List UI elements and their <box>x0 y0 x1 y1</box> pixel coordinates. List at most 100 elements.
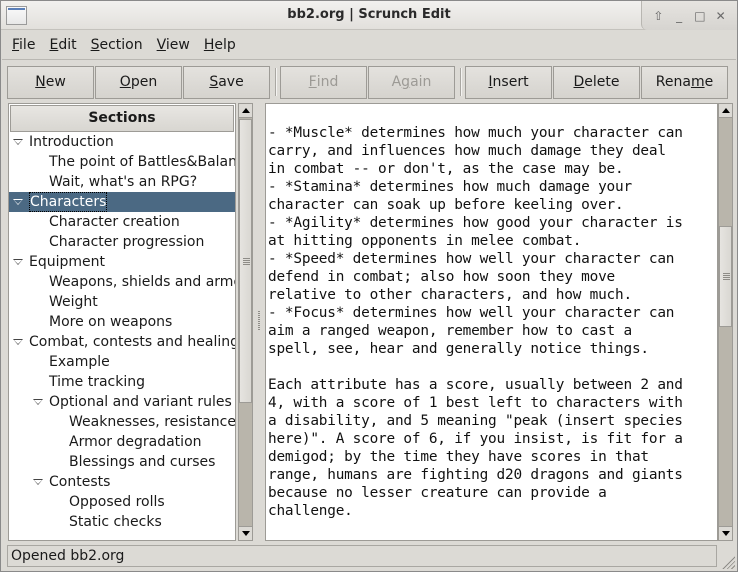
again-button[interactable]: Ag ain <box>368 65 455 99</box>
sections-tree: Introduction The point of Battles&Balance… <box>9 132 235 532</box>
tree-item[interactable]: Example <box>9 352 235 372</box>
tree-item-label: Static checks <box>69 514 162 530</box>
tree-item-label: Characters <box>29 192 108 212</box>
find-button[interactable]: Find <box>280 65 367 99</box>
editor-content[interactable]: - *Muscle* determines how much your char… <box>268 106 717 520</box>
again-label-pre: A <box>391 74 402 90</box>
tree-item[interactable]: Static checks <box>9 512 235 532</box>
expander-triangle-icon[interactable] <box>13 199 23 205</box>
menu-section[interactable]: Section <box>84 37 150 53</box>
tree-item[interactable]: Time tracking <box>9 372 235 392</box>
again-label: ain <box>410 74 432 90</box>
tree-item[interactable]: Opposed rolls <box>9 492 235 512</box>
tree-item[interactable]: Blessings and curses <box>9 452 235 472</box>
tree-item[interactable]: Weaknesses, resistances <box>9 412 235 432</box>
menu-section-label: ection <box>99 37 143 53</box>
rename-button[interactable]: Rena m e <box>641 65 728 99</box>
editor-scrollbar[interactable] <box>718 103 733 541</box>
rename-label-pre: Rena <box>655 74 691 90</box>
scroll-down-button[interactable] <box>239 526 252 540</box>
find-label: ind <box>316 74 339 90</box>
expander-triangle-icon[interactable] <box>13 339 23 345</box>
delete-label: elete <box>584 74 620 90</box>
save-button[interactable]: Save <box>183 65 270 99</box>
tree-item[interactable]: Character progression <box>9 232 235 252</box>
tree-item[interactable]: Armor degradation <box>9 432 235 452</box>
tree-item[interactable]: Characters <box>9 192 235 212</box>
shade-icon[interactable]: ⇧ <box>650 8 666 24</box>
pane-splitter[interactable] <box>255 103 263 541</box>
menu-view-label: iew <box>165 37 190 53</box>
toolbar: New Open Save Find Ag ain Insert Delete R… <box>7 65 733 99</box>
app-window: bb2.org | Scrunch Edit ⇧ _ □ ✕ File Edit… <box>0 0 738 572</box>
tree-item-label: Combat, contests and healing <box>29 334 235 350</box>
tree-item[interactable]: More on weapons <box>9 312 235 332</box>
minimize-icon[interactable]: _ <box>671 8 687 24</box>
scrollbar-thumb[interactable] <box>239 119 252 404</box>
new-button[interactable]: New <box>7 65 94 99</box>
save-mnemonic: S <box>209 74 219 90</box>
scroll-up-button[interactable] <box>719 104 732 118</box>
menu-edit[interactable]: Edit <box>42 37 83 53</box>
arrow-up-icon <box>241 108 250 113</box>
menu-edit-mnemonic: E <box>49 37 59 53</box>
tree-item[interactable]: Weapons, shields and armor <box>9 272 235 292</box>
close-icon[interactable]: ✕ <box>713 8 729 24</box>
menu-edit-label: dit <box>58 37 77 53</box>
save-label: ave <box>218 74 244 90</box>
expander-triangle-icon[interactable] <box>33 479 43 485</box>
tree-item[interactable]: Contests <box>9 472 235 492</box>
window-title: bb2.org | Scrunch Edit <box>287 7 451 22</box>
tree-item-label: Time tracking <box>49 374 145 390</box>
tree-item-label: Armor degradation <box>69 434 202 450</box>
maximize-icon[interactable]: □ <box>692 8 708 24</box>
tree-item-label: More on weapons <box>49 314 173 330</box>
tree-item-label: Blessings and curses <box>69 454 216 470</box>
find-mnemonic: F <box>308 74 317 90</box>
tree-item[interactable]: Wait, what's an RPG? <box>9 172 235 192</box>
window-controls: ⇧ _ □ ✕ <box>641 1 737 30</box>
tree-item[interactable]: Character creation <box>9 212 235 232</box>
section-text-editor[interactable]: - *Muscle* determines how much your char… <box>265 103 718 541</box>
scrollbar-thumb[interactable] <box>719 225 732 328</box>
sections-column-header[interactable]: Sections <box>10 105 234 132</box>
expander-triangle-icon[interactable] <box>13 139 23 145</box>
grip-icon <box>723 273 730 281</box>
menu-view[interactable]: View <box>150 37 197 53</box>
tree-item[interactable]: Combat, contests and healing <box>9 332 235 352</box>
insert-button[interactable]: Insert <box>465 65 552 99</box>
open-button[interactable]: Open <box>95 65 182 99</box>
delete-button[interactable]: Delete <box>553 65 640 99</box>
rename-label: e <box>704 74 714 90</box>
menu-help[interactable]: Help <box>197 37 243 53</box>
grip-icon <box>243 258 250 266</box>
tree-item[interactable]: Weight <box>9 292 235 312</box>
tree-item-label: Opposed rolls <box>69 494 165 510</box>
tree-item-label: Example <box>49 354 110 370</box>
tree-item-label: Equipment <box>29 254 105 270</box>
menu-file-mnemonic: F <box>12 37 20 53</box>
again-mnemonic: g <box>401 74 411 90</box>
expander-triangle-icon[interactable] <box>33 399 43 405</box>
tree-item-label: Introduction <box>29 134 114 150</box>
tree-item[interactable]: Introduction <box>9 132 235 152</box>
tree-item-label: The point of Battles&Balance <box>49 154 235 170</box>
delete-mnemonic: D <box>573 74 585 90</box>
menu-file[interactable]: File <box>5 37 42 53</box>
tree-item-label: Character progression <box>49 234 205 250</box>
scroll-up-button[interactable] <box>239 104 252 118</box>
tree-item[interactable]: Optional and variant rules <box>9 392 235 412</box>
scroll-down-button[interactable] <box>719 526 732 540</box>
title-bar[interactable]: bb2.org | Scrunch Edit ⇧ _ □ ✕ <box>1 1 737 30</box>
resize-grip-icon[interactable] <box>721 555 735 569</box>
menu-file-label: ile <box>19 37 36 53</box>
tree-item[interactable]: Equipment <box>9 252 235 272</box>
tree-item[interactable]: The point of Battles&Balance <box>9 152 235 172</box>
status-text: Opened bb2.org <box>11 548 125 564</box>
expander-triangle-icon[interactable] <box>13 259 23 265</box>
menu-view-mnemonic: V <box>156 37 166 53</box>
open-label: pen <box>130 74 158 90</box>
sections-scrollbar[interactable] <box>238 103 253 541</box>
rename-mnemonic: m <box>690 74 705 90</box>
insert-label: nsert <box>492 74 529 90</box>
